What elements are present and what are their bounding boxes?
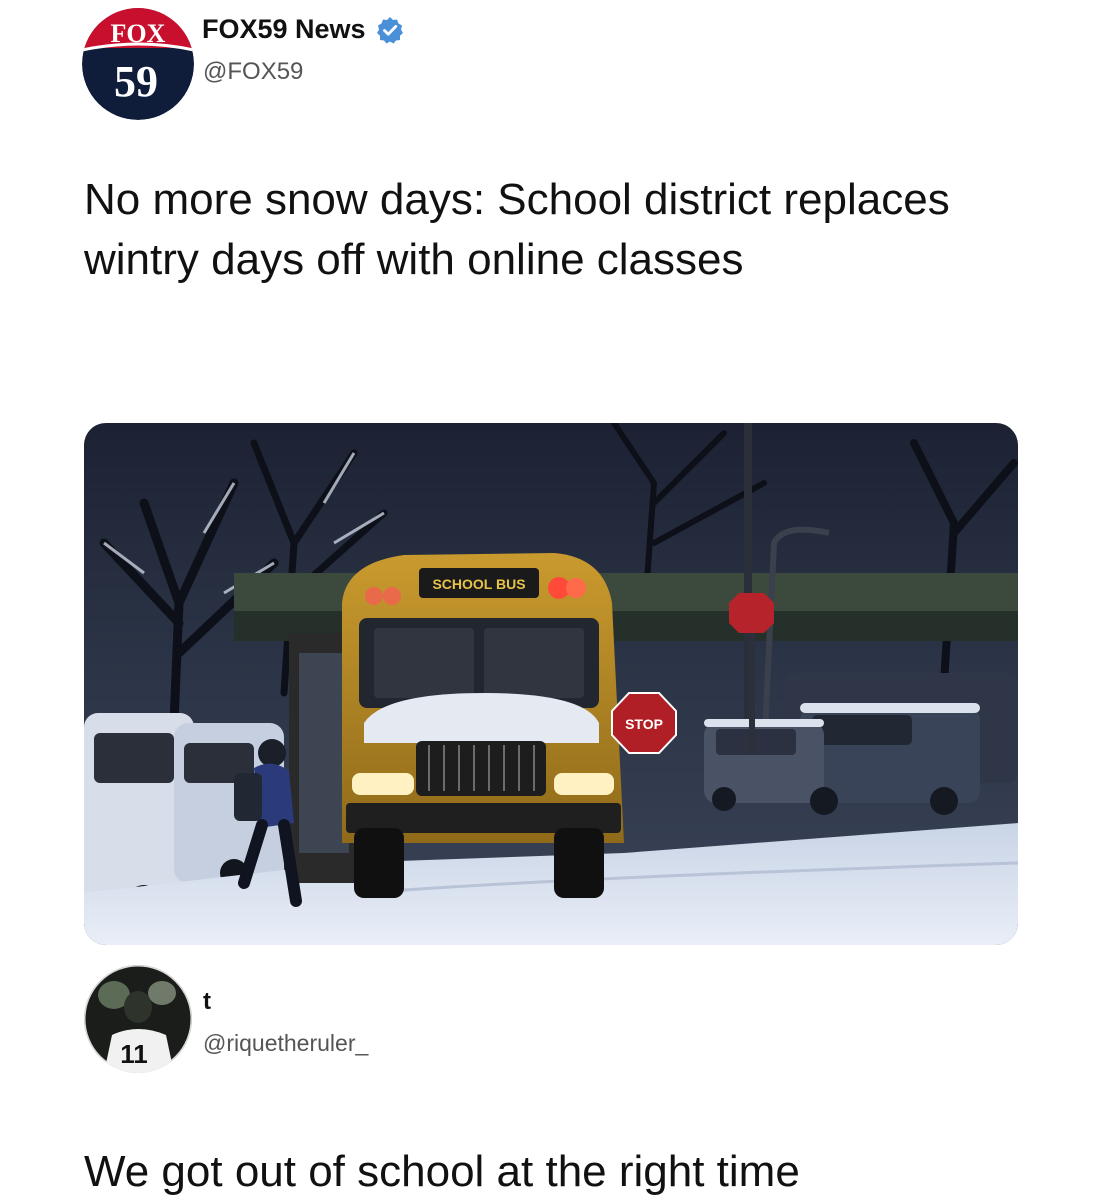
reply-text: We got out of school at the right time (84, 1147, 800, 1196)
tweet-media-image[interactable]: SCHOOL BUS STOP (84, 423, 1018, 945)
svg-text:11: 11 (120, 1039, 148, 1069)
football-player-avatar-icon: 11 (84, 965, 192, 1073)
verified-badge-icon (376, 16, 403, 43)
tweet-author-handle[interactable]: @FOX59 (203, 58, 303, 86)
tweet-author-row[interactable]: FOX59 News (202, 14, 404, 45)
fox59-logo-top-text: FOX (111, 19, 166, 48)
bus-roof-sign: SCHOOL BUS (432, 576, 525, 592)
tweet-author-name[interactable]: FOX59 News (202, 14, 366, 45)
fox59-logo-bottom-text: 59 (114, 57, 158, 106)
reply-avatar[interactable]: 11 (84, 965, 192, 1073)
fox59-logo-icon: FOX 59 (82, 8, 194, 120)
reply-author-name[interactable]: t (203, 988, 211, 1016)
tweet-text: No more snow days: School district repla… (84, 175, 950, 284)
reply-author-handle[interactable]: @riquetheruler_ (203, 1030, 368, 1057)
fox59-avatar[interactable]: FOX 59 (82, 8, 194, 120)
school-bus-snow-photo: SCHOOL BUS STOP (84, 423, 1018, 945)
stop-arm-sign: STOP (625, 716, 663, 732)
